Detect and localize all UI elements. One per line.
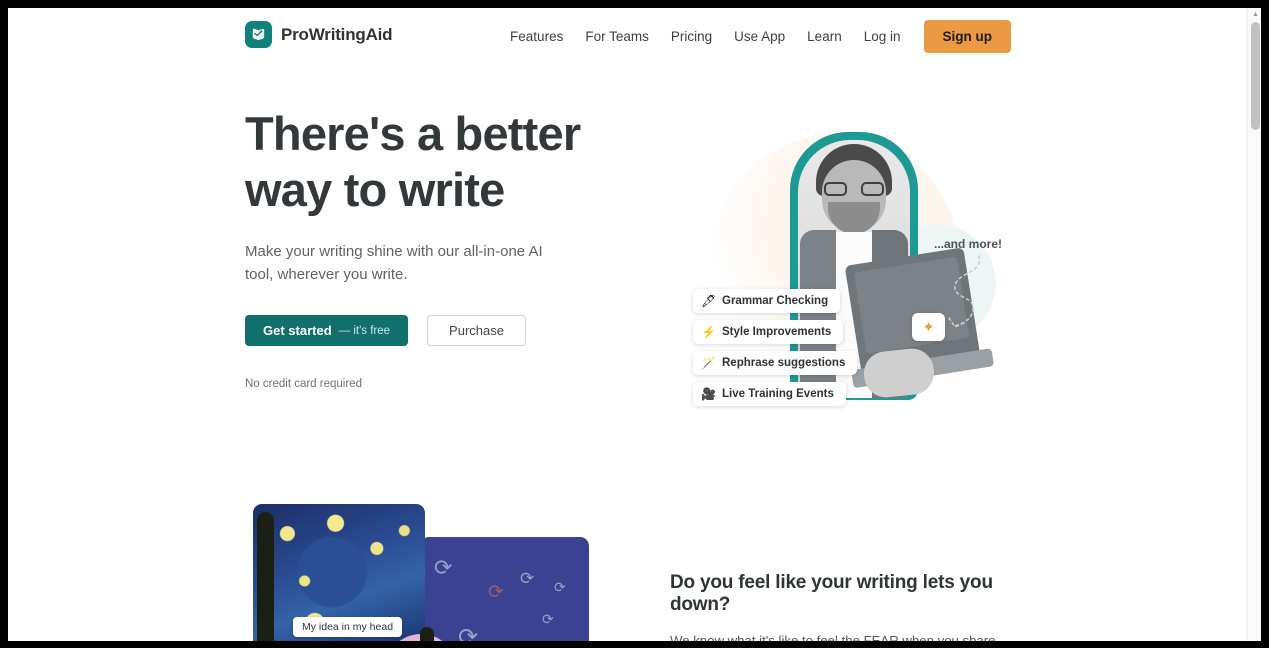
magic-wand-icon: 🪄: [701, 356, 716, 370]
book-check-icon: [245, 21, 272, 48]
feature-chip: ⚡ Style Improvements: [693, 320, 844, 344]
sign-up-button[interactable]: Sign up: [923, 20, 1011, 53]
vertical-scrollbar[interactable]: ▲: [1247, 8, 1261, 641]
cypress-tree-2: [420, 627, 434, 641]
brand-name: ProWritingAid: [281, 24, 393, 44]
plain-blue-card: ⟳ ⟳ ⟳ ⟳ ⟳ ⟳ ⟳: [420, 537, 589, 641]
no-credit-card-note: No credit card required: [245, 378, 362, 390]
feature-chip-label: Rephrase suggestions: [722, 357, 846, 369]
section-two-copy: Do you feel like your writing lets you d…: [670, 572, 1015, 641]
painting-cypress-tree: [257, 512, 274, 641]
movie-camera-icon: 🎥: [701, 387, 716, 401]
lightning-bolt-icon: ⚡: [701, 325, 716, 339]
brand-logo-link[interactable]: ProWritingAid: [245, 21, 393, 48]
glasses-icon: [824, 182, 884, 196]
hero-illustration: ✦ ...and more! 🖋 Grammar Checking ⚡ Styl…: [668, 114, 1028, 454]
feature-chip-list: 🖋 Grammar Checking ⚡ Style Improvements …: [693, 289, 858, 406]
quill-pen-icon: 🖋: [701, 294, 717, 308]
feature-chip: 🎥 Live Training Events: [693, 382, 846, 406]
feature-chip-label: Live Training Events: [722, 388, 834, 400]
hero-subtitle: Make your writing shine with our all-in-…: [245, 243, 543, 283]
get-started-label: Get started: [263, 323, 332, 338]
section-two-title: Do you feel like your writing lets you d…: [670, 572, 993, 615]
feature-chip: 🪄 Rephrase suggestions: [693, 351, 858, 375]
page-content: ProWritingAid Features For Teams Pricing…: [8, 8, 1261, 641]
dotted-arrow-icon: [948, 255, 980, 329]
idea-caption: My idea in my head: [293, 617, 403, 637]
person-hand: [861, 346, 937, 400]
browser-window: ProWritingAid Features For Teams Pricing…: [8, 8, 1261, 641]
nav-pricing[interactable]: Pricing: [660, 23, 723, 50]
site-header: ProWritingAid Features For Teams Pricing…: [8, 8, 1247, 64]
scrollbar-up-arrow-icon[interactable]: ▲: [1252, 11, 1259, 18]
section-two-body: We know what it's like to feel the FEAR …: [670, 633, 996, 641]
main-navigation: Features For Teams Pricing Use App Learn…: [499, 20, 1011, 53]
scrollbar-thumb[interactable]: [1251, 22, 1260, 130]
nav-log-in[interactable]: Log in: [853, 23, 912, 50]
purchase-button[interactable]: Purchase: [427, 315, 526, 346]
writing-lets-you-down-section: ⟳ ⟳ ⟳ ⟳ ⟳ ⟳ ⟳ My idea in my head Do you …: [8, 484, 1247, 641]
feature-chip: 🖋 Grammar Checking: [693, 289, 841, 313]
get-started-button[interactable]: Get started — it's free: [245, 315, 409, 346]
nav-features[interactable]: Features: [499, 23, 574, 50]
nav-for-teams[interactable]: For Teams: [574, 23, 660, 50]
hero-actions: Get started — it's free Purchase: [245, 315, 605, 346]
hero-copy: There's a better way to write Make your …: [245, 106, 605, 390]
nav-learn[interactable]: Learn: [796, 23, 853, 50]
and-more-label: ...and more!: [934, 237, 1003, 251]
hero-section: There's a better way to write Make your …: [8, 64, 1247, 484]
nav-use-app[interactable]: Use App: [723, 23, 796, 50]
feature-chip-label: Grammar Checking: [722, 295, 829, 307]
get-started-note: — it's free: [338, 324, 391, 337]
feature-chip-label: Style Improvements: [722, 326, 832, 338]
hero-title: There's a better way to write: [245, 107, 581, 216]
